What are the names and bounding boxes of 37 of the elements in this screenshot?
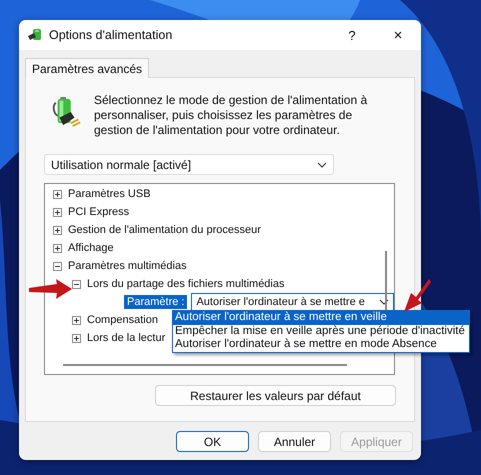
power-plug-icon xyxy=(27,27,43,43)
tree-item[interactable]: Gestion de l'alimentation du processeur xyxy=(68,224,261,236)
expand-icon[interactable] xyxy=(53,190,62,198)
tree-item[interactable]: PCI Express xyxy=(68,206,130,218)
setting-label[interactable]: Paramètre : xyxy=(124,295,188,309)
tree-item[interactable]: Compensation xyxy=(87,314,158,326)
expand-icon[interactable] xyxy=(53,226,62,234)
expand-icon[interactable] xyxy=(53,208,62,216)
expand-icon[interactable] xyxy=(72,334,81,342)
ok-button[interactable]: OK xyxy=(176,431,249,452)
collapse-icon[interactable] xyxy=(72,280,81,288)
tree-item[interactable]: Paramètres multimédias xyxy=(68,260,187,272)
expand-icon[interactable] xyxy=(53,244,62,252)
description-text: Sélectionnez le mode de gestion de l'alimentation à personnaliser, puis choisissez les paramètres de gestion de l'alimentation pour votre ordinateur. xyxy=(94,93,368,138)
tree-item[interactable]: Lors de la lectur xyxy=(87,332,166,344)
tree-item[interactable]: Paramètres USB xyxy=(68,188,151,200)
chevron-down-icon xyxy=(317,162,327,168)
tree-item[interactable]: Lors du partage des fichiers multimédias xyxy=(87,278,284,290)
battery-plug-icon xyxy=(52,95,82,129)
help-button[interactable]: ? xyxy=(329,20,375,50)
arrow-icon xyxy=(402,277,432,313)
setting-dropdown[interactable]: Autoriser l'ordinateur à se mettre e xyxy=(191,293,394,311)
arrow-icon xyxy=(27,279,73,299)
restore-defaults-button[interactable]: Restaurer les valeurs par défaut xyxy=(155,385,396,406)
dropdown-option[interactable]: Autoriser l'ordinateur à se mettre en mode Absence xyxy=(173,338,469,352)
plan-dropdown[interactable]: Utilisation normale [activé] xyxy=(44,154,334,175)
collapse-icon[interactable] xyxy=(53,262,62,270)
cancel-button[interactable]: Annuler xyxy=(258,431,331,452)
tree-item[interactable]: Affichage xyxy=(68,242,114,254)
scrollbar-thumb[interactable] xyxy=(63,364,347,366)
close-button[interactable]: × xyxy=(375,20,421,50)
dropdown-option[interactable]: Autoriser l'ordinateur à se mettre en veille xyxy=(173,311,469,324)
dropdown-option[interactable]: Empêcher la mise en veille après une période d'inactivité xyxy=(173,324,469,338)
expand-icon[interactable] xyxy=(72,316,81,324)
chevron-down-icon xyxy=(379,299,389,305)
window-title: Options d'alimentation xyxy=(49,28,174,42)
tab[interactable]: Paramètres avancés xyxy=(25,58,150,78)
